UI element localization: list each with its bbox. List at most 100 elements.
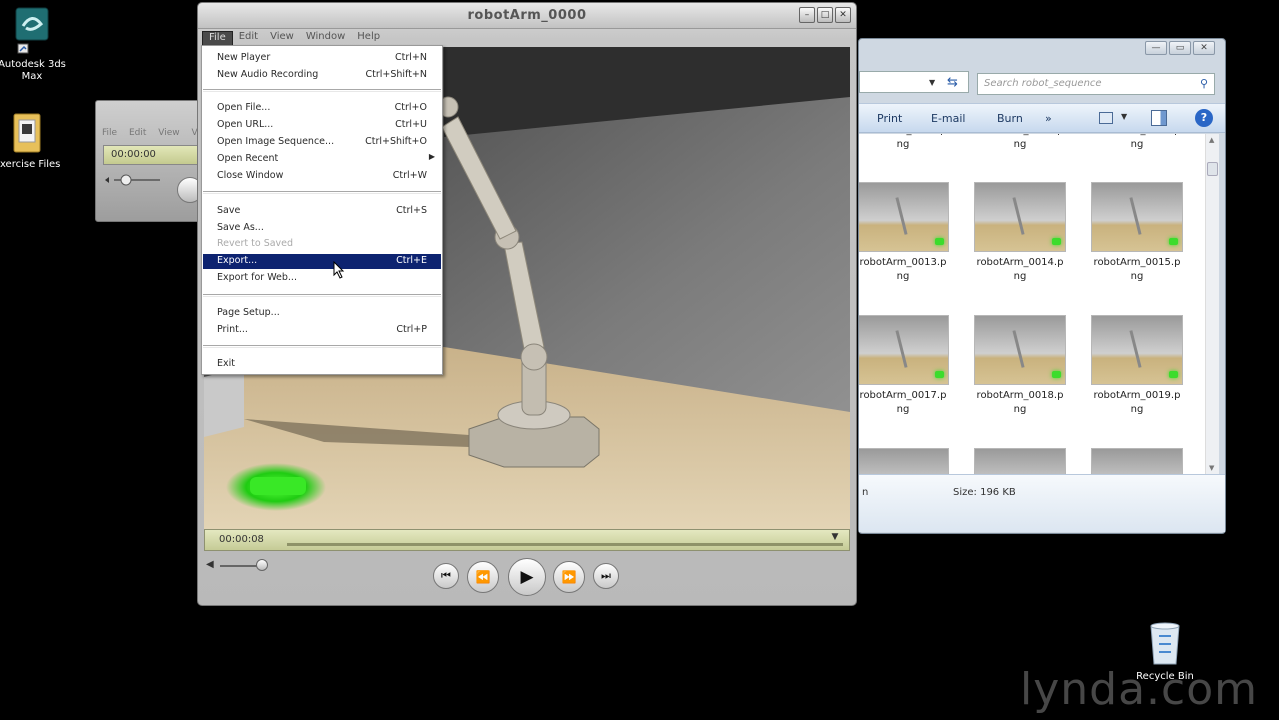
menu-item-print[interactable]: Print... Ctrl+P: [203, 323, 441, 338]
file-name: robotArm_0013.p ng: [859, 257, 947, 282]
menu-item-close-window[interactable]: Close Window Ctrl+W: [203, 169, 441, 184]
menu-item-exit[interactable]: Exit: [203, 357, 441, 372]
file-item[interactable]: robotArm_0018.p ng: [962, 315, 1078, 417]
volume-knob[interactable]: [256, 559, 268, 571]
menu-item-label: Exit: [217, 358, 235, 369]
volume-slider[interactable]: [104, 173, 164, 187]
play-button[interactable]: ▶: [508, 558, 546, 596]
menu-item-label: Export for Web...: [217, 272, 297, 283]
menu-item-new-audio-recording[interactable]: New Audio Recording Ctrl+Shift+N: [203, 68, 441, 83]
refresh-icon[interactable]: ⇆: [947, 75, 958, 90]
help-icon[interactable]: ?: [1195, 109, 1213, 127]
menu-edit[interactable]: Edit: [129, 128, 146, 138]
more-button[interactable]: »: [1045, 112, 1052, 125]
file-item[interactable]: robotArm_0014.p ng: [962, 182, 1078, 284]
file-item[interactable]: [962, 448, 1078, 474]
menu-item-shortcut: Ctrl+P: [396, 324, 427, 335]
file-item[interactable]: robotArm_0009.p ng: [859, 134, 961, 152]
chevron-down-icon[interactable]: ▼: [1121, 112, 1127, 121]
menu-item-revert-to-saved: Revert to Saved: [203, 237, 441, 252]
menu-help[interactable]: Help: [351, 31, 386, 46]
scroll-up-icon[interactable]: ▲: [1209, 136, 1214, 144]
menu-window[interactable]: Window: [300, 31, 351, 46]
chevron-down-icon[interactable]: ▼: [929, 78, 935, 87]
file-list: robotArm_0009.p ng robotArm_0010.p ng ro…: [859, 134, 1205, 474]
maximize-button[interactable]: □: [817, 7, 833, 23]
file-item[interactable]: robotArm_0015.p ng: [1079, 182, 1195, 284]
file-size: Size: 196 KB: [953, 487, 1016, 498]
file-item[interactable]: robotArm_0011.p ng: [1079, 134, 1195, 152]
close-button[interactable]: ✕: [1193, 41, 1215, 55]
timeline-bar[interactable]: 00:00:08 ▼: [204, 529, 850, 551]
menu-item-open-file[interactable]: Open File... Ctrl+O: [203, 101, 441, 116]
scroll-thumb[interactable]: [1207, 162, 1218, 176]
details-marker: n: [862, 487, 869, 498]
menu-item-label: Save: [217, 205, 241, 216]
window-title: robotArm_0000: [467, 8, 587, 23]
menu-item-label: Save As...: [217, 222, 264, 233]
file-item[interactable]: [1079, 448, 1195, 474]
menu-item-export-for-web[interactable]: Export for Web...: [203, 271, 441, 286]
menu-edit[interactable]: Edit: [233, 31, 264, 46]
maximize-button[interactable]: ▭: [1169, 41, 1191, 55]
file-name: robotArm_0018.p ng: [976, 390, 1064, 415]
minimize-button[interactable]: —: [1145, 41, 1167, 55]
file-item[interactable]: robotArm_0010.p ng: [962, 134, 1078, 152]
desktop-icon-exercise-files[interactable]: Exercise Files: [0, 110, 67, 171]
background-player-window[interactable]: File Edit View V 00:00:00: [95, 100, 210, 222]
go-to-end-button[interactable]: ⏭: [593, 563, 619, 589]
menu-item-save[interactable]: Save Ctrl+S: [203, 204, 441, 219]
file-item[interactable]: robotArm_0013.p ng: [859, 182, 961, 284]
burn-button[interactable]: Burn: [997, 112, 1023, 125]
close-button[interactable]: ✕: [835, 7, 851, 23]
menu-item-open-url[interactable]: Open URL... Ctrl+U: [203, 118, 441, 133]
go-to-start-button[interactable]: ⏮: [433, 563, 459, 589]
menu-item-page-setup[interactable]: Page Setup...: [203, 306, 441, 321]
menu-item-new-player[interactable]: New Player Ctrl+N: [203, 51, 441, 66]
file-name: robotArm_0015.p ng: [1093, 257, 1181, 282]
thumbnail-image: [974, 448, 1066, 474]
desktop-icon-3dsmax[interactable]: Autodesk 3ds Max: [0, 6, 72, 83]
menu-file[interactable]: File: [202, 31, 233, 46]
title-bar[interactable]: robotArm_0000 – □ ✕: [198, 3, 856, 29]
file-item[interactable]: robotArm_0017.p ng: [859, 315, 961, 417]
menu-item-open-recent[interactable]: Open Recent ▶: [203, 152, 441, 167]
window-controls: – □ ✕: [799, 7, 851, 23]
file-name: robotArm_0019.p ng: [1093, 390, 1181, 415]
folder-icon: [13, 113, 41, 153]
menu-view[interactable]: View: [264, 31, 300, 46]
file-item[interactable]: [859, 448, 961, 474]
email-button[interactable]: E-mail: [931, 112, 966, 125]
fast-forward-button[interactable]: ⏩: [553, 561, 585, 593]
print-button[interactable]: Print: [877, 112, 902, 125]
playhead-icon[interactable]: ▼: [831, 532, 838, 542]
menu-separator: [203, 345, 441, 348]
scroll-down-icon[interactable]: ▼: [1209, 464, 1214, 472]
menu-item-label: Page Setup...: [217, 307, 280, 318]
menu-view[interactable]: View: [158, 128, 179, 138]
search-input[interactable]: Search robot_sequence ⚲: [977, 73, 1215, 95]
thumbnail-image: [1091, 182, 1183, 252]
timeline-track[interactable]: [287, 543, 843, 546]
menu-item-save-as[interactable]: Save As...: [203, 221, 441, 236]
player-controls: ◀ ⏮ ⏪ ▶ ⏩ ⏭: [204, 553, 850, 601]
explorer-window[interactable]: — ▭ ✕ ▼ ⇆ Search robot_sequence ⚲ Print …: [858, 38, 1226, 534]
mouse-cursor-icon: [333, 261, 345, 279]
menu-item-shortcut: Ctrl+Shift+N: [365, 69, 427, 80]
rewind-button[interactable]: ⏪: [467, 561, 499, 593]
menu-item-open-image-sequence[interactable]: Open Image Sequence... Ctrl+Shift+O: [203, 135, 441, 150]
views-icon[interactable]: [1099, 112, 1113, 124]
file-item[interactable]: robotArm_0019.p ng: [1079, 315, 1195, 417]
search-icon[interactable]: ⚲: [1200, 77, 1208, 90]
preview-pane-icon[interactable]: [1151, 110, 1167, 126]
minimize-button[interactable]: –: [799, 7, 815, 23]
window-controls: — ▭ ✕: [1145, 41, 1215, 55]
menu-file[interactable]: File: [102, 128, 117, 138]
menu-item-label: New Audio Recording: [217, 69, 319, 80]
menu-item-export[interactable]: Export... Ctrl+E: [203, 254, 441, 269]
vertical-scrollbar[interactable]: ▲ ▼: [1205, 134, 1219, 474]
menu-separator: [203, 294, 441, 297]
file-name: robotArm_0011.p ng: [1094, 134, 1181, 150]
thumbnail-image: [1091, 448, 1183, 474]
menu-item-label: Open File...: [217, 102, 271, 113]
